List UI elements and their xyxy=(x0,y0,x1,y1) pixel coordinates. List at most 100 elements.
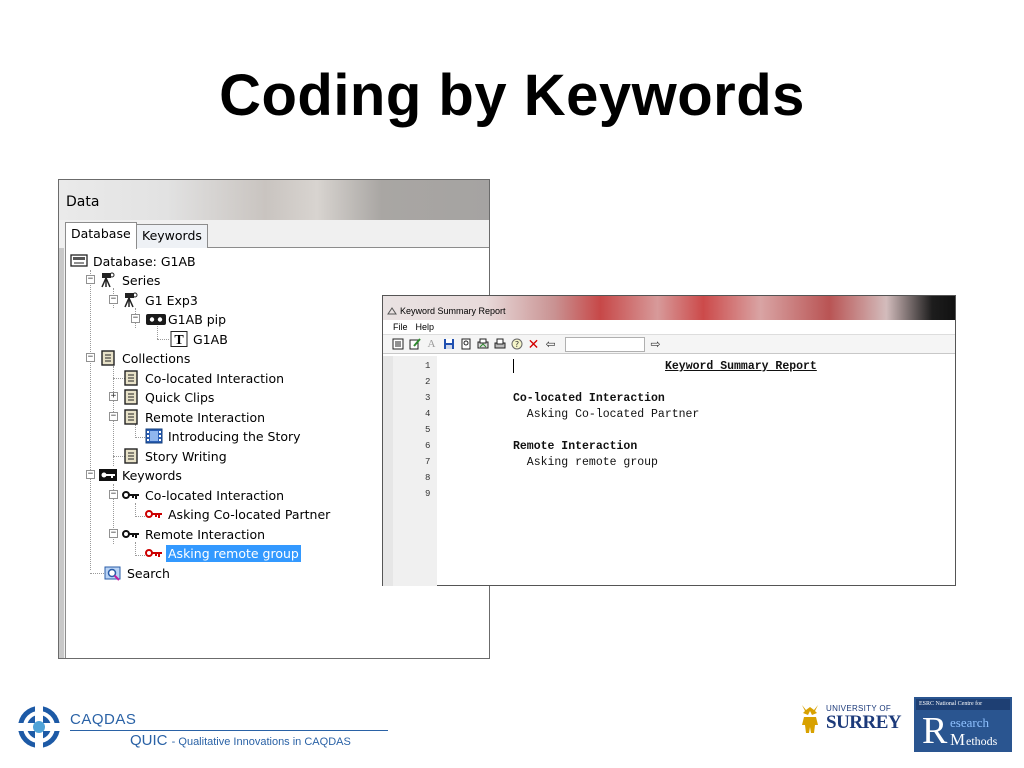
keyword-group-icon xyxy=(99,467,117,483)
tree-connector xyxy=(135,542,136,556)
line-number: 9 xyxy=(425,489,431,499)
page-setup-print-icon[interactable] xyxy=(476,338,489,351)
tree-node-g1exp3[interactable]: G1 Exp3 xyxy=(122,291,200,309)
expander-g1exp3[interactable]: − xyxy=(109,295,118,304)
caqdas-wordmark: CAQDAS xyxy=(70,711,137,728)
data-window-titlebar[interactable]: Data xyxy=(59,180,489,220)
help-icon[interactable]: ? xyxy=(510,338,523,351)
key-icon xyxy=(145,506,163,522)
line-number-gutter: 1 2 3 4 5 6 7 8 9 xyxy=(383,356,437,586)
tree-connector xyxy=(157,339,169,340)
print-preview-icon[interactable] xyxy=(459,338,472,351)
collection-icon xyxy=(99,350,117,366)
text-document-icon: T xyxy=(170,331,188,348)
expander-remote-interaction[interactable]: − xyxy=(109,412,118,421)
tree-connector xyxy=(135,503,136,517)
slide-title: Coding by Keywords xyxy=(219,63,805,128)
arrow-right-icon[interactable]: ⇨ xyxy=(649,337,662,351)
data-tabs: Database Keywords xyxy=(65,222,489,249)
report-keyword-group: Remote Interaction xyxy=(513,440,638,453)
tree-node-keywords[interactable]: Keywords xyxy=(99,466,184,484)
ncrm-logo: ESRC National Centre for R esearch M eth… xyxy=(914,697,1012,752)
svg-text:?: ? xyxy=(514,340,518,349)
page-setup-icon[interactable] xyxy=(391,338,404,351)
ncrm-r-letter: R xyxy=(922,710,948,752)
line-number: 4 xyxy=(425,409,431,419)
save-icon[interactable] xyxy=(442,338,455,351)
tree-connector xyxy=(90,270,91,570)
report-toolbar: A ? ✕ ⇦ ⇨ xyxy=(383,334,955,354)
keyword-summary-report-window: Keyword Summary Report File Help A ? ✕ ⇦ xyxy=(382,295,956,586)
line-number: 3 xyxy=(425,393,431,403)
line-number: 5 xyxy=(425,425,431,435)
stag-icon xyxy=(802,705,818,733)
tree-node-g1ab-pip[interactable]: G1AB pip xyxy=(145,310,228,328)
tab-database[interactable]: Database xyxy=(65,222,137,249)
quic-wordmark: QUIC - Qualitative Innovations in CAQDAS xyxy=(130,732,351,749)
tree-node-series[interactable]: Series xyxy=(99,271,162,289)
key-icon xyxy=(122,526,140,542)
close-icon[interactable]: ✕ xyxy=(527,336,540,352)
database-icon xyxy=(70,253,88,269)
report-search-input[interactable] xyxy=(565,336,645,352)
report-window-title: Keyword Summary Report xyxy=(400,305,506,316)
expander-series[interactable]: − xyxy=(86,275,95,284)
line-number: 2 xyxy=(425,377,431,387)
report-keyword: Asking Co-located Partner xyxy=(513,408,700,421)
collection-icon xyxy=(122,389,140,405)
expander-collections[interactable]: − xyxy=(86,353,95,362)
quic-tagline: - Qualitative Innovations in CAQDAS xyxy=(171,736,351,748)
tree-node-collections[interactable]: Collections xyxy=(99,349,192,367)
tree-node-database[interactable]: Database: G1AB xyxy=(70,252,198,270)
surrey-big-text: SURREY xyxy=(826,712,902,733)
line-number: 8 xyxy=(425,473,431,483)
tree-node-kw-asking-remote-group[interactable]: Asking remote group xyxy=(145,544,301,562)
report-titlebar[interactable]: Keyword Summary Report xyxy=(383,296,955,320)
svg-text:T: T xyxy=(174,333,184,347)
camera-icon xyxy=(99,272,117,288)
video-tape-icon xyxy=(145,311,166,327)
ncrm-methods-text: ethods xyxy=(966,734,998,748)
print-icon[interactable] xyxy=(493,338,506,351)
caqdas-globe-icon xyxy=(16,704,62,750)
camera-icon xyxy=(122,292,140,308)
expander-g1ab-pip[interactable]: − xyxy=(131,314,140,323)
caqdas-quic-logo: CAQDAS QUIC - Qualitative Innovations in… xyxy=(14,702,394,752)
report-app-icon xyxy=(387,306,397,316)
font-icon[interactable]: A xyxy=(425,338,438,351)
text-cursor xyxy=(513,359,514,373)
tree-node-quick-clips[interactable]: Quick Clips xyxy=(122,388,216,406)
tree-node-kw-remote-interaction[interactable]: Remote Interaction xyxy=(122,525,267,543)
line-number: 6 xyxy=(425,441,431,451)
collection-icon xyxy=(122,409,140,425)
tree-node-kw-asking-colocated-partner[interactable]: Asking Co-located Partner xyxy=(145,505,332,523)
film-clip-icon xyxy=(145,428,163,444)
tree-node-g1ab[interactable]: T G1AB xyxy=(170,330,230,348)
expander-kw-colocated[interactable]: − xyxy=(109,490,118,499)
report-keyword: Asking remote group xyxy=(513,456,658,469)
collection-icon xyxy=(122,370,140,386)
key-icon xyxy=(122,487,140,503)
tree-node-search[interactable]: Search xyxy=(104,564,172,582)
tree-frame xyxy=(59,248,64,658)
arrow-left-icon[interactable]: ⇦ xyxy=(544,337,557,351)
tree-node-story-writing[interactable]: Story Writing xyxy=(122,447,229,465)
expander-quick-clips[interactable]: + xyxy=(109,392,118,401)
tree-connector xyxy=(135,424,136,438)
tree-node-kw-colocated-interaction[interactable]: Co-located Interaction xyxy=(122,486,286,504)
expander-keywords[interactable]: − xyxy=(86,470,95,479)
report-text-area[interactable]: 1 2 3 4 5 6 7 8 9 Keyword Summary Report… xyxy=(383,356,955,586)
menu-file[interactable]: File xyxy=(393,322,408,332)
expander-kw-remote[interactable]: − xyxy=(109,529,118,538)
line-number: 7 xyxy=(425,457,431,467)
tree-node-introducing-story[interactable]: Introducing the Story xyxy=(145,427,303,445)
edit-report-icon[interactable] xyxy=(408,338,421,351)
menu-help[interactable]: Help xyxy=(416,322,435,332)
key-icon xyxy=(145,545,163,561)
tree-node-colocated-interaction[interactable]: Co-located Interaction xyxy=(122,369,286,387)
ncrm-m-letter: M xyxy=(950,730,966,749)
quic-label: QUIC xyxy=(130,732,168,749)
search-icon xyxy=(104,565,122,581)
tree-node-remote-interaction[interactable]: Remote Interaction xyxy=(122,408,267,426)
tab-keywords[interactable]: Keywords xyxy=(136,224,208,248)
